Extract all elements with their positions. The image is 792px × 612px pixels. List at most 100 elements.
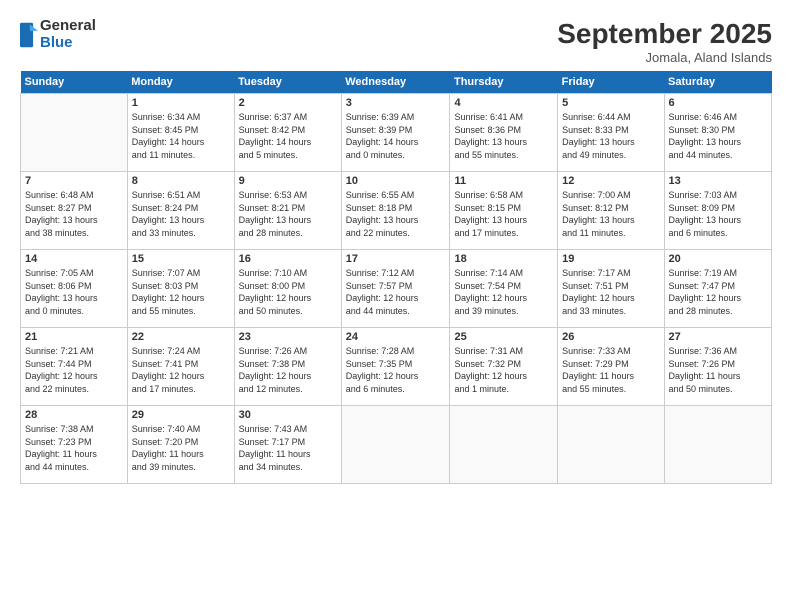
day-info-text: and 44 minutes. [669,149,768,162]
calendar-cell: 7Sunrise: 6:48 AMSunset: 8:27 PMDaylight… [21,172,128,250]
calendar-cell [558,406,664,484]
day-number: 6 [669,97,768,109]
day-info-text: Sunrise: 7:26 AM [239,345,337,358]
day-info-text: Sunset: 8:27 PM [25,202,123,215]
day-number: 24 [346,331,446,343]
day-info-text: and 44 minutes. [346,305,446,318]
logo-text: General Blue [40,18,96,51]
day-number: 10 [346,175,446,187]
day-info-text: Sunrise: 7:19 AM [669,267,768,280]
calendar-cell: 11Sunrise: 6:58 AMSunset: 8:15 PMDayligh… [450,172,558,250]
day-info-text: Daylight: 14 hours [346,136,446,149]
header-saturday: Saturday [664,71,772,94]
logo-icon [20,21,38,49]
calendar-cell: 19Sunrise: 7:17 AMSunset: 7:51 PMDayligh… [558,250,664,328]
day-info-text: Sunset: 7:23 PM [25,436,123,449]
day-info-text: and 0 minutes. [25,305,123,318]
calendar-cell [341,406,450,484]
day-info-text: Daylight: 12 hours [132,292,230,305]
calendar-cell: 22Sunrise: 7:24 AMSunset: 7:41 PMDayligh… [127,328,234,406]
calendar-cell: 20Sunrise: 7:19 AMSunset: 7:47 PMDayligh… [664,250,772,328]
logo-blue-text: Blue [40,35,96,52]
calendar-cell: 3Sunrise: 6:39 AMSunset: 8:39 PMDaylight… [341,94,450,172]
day-number: 2 [239,97,337,109]
day-info-text: Sunrise: 7:36 AM [669,345,768,358]
day-info-text: Sunset: 7:57 PM [346,280,446,293]
day-info-text: Sunrise: 6:44 AM [562,111,659,124]
day-info-text: Sunrise: 6:46 AM [669,111,768,124]
day-number: 29 [132,409,230,421]
day-number: 18 [454,253,553,265]
day-info-text: Sunrise: 7:38 AM [25,423,123,436]
day-info-text: Daylight: 12 hours [239,292,337,305]
calendar-cell: 14Sunrise: 7:05 AMSunset: 8:06 PMDayligh… [21,250,128,328]
day-info-text: Sunrise: 6:55 AM [346,189,446,202]
day-info-text: and 28 minutes. [669,305,768,318]
day-info-text: and 22 minutes. [346,227,446,240]
calendar-cell: 5Sunrise: 6:44 AMSunset: 8:33 PMDaylight… [558,94,664,172]
day-number: 1 [132,97,230,109]
header-wednesday: Wednesday [341,71,450,94]
day-info-text: Sunrise: 7:21 AM [25,345,123,358]
day-info-text: Daylight: 12 hours [562,292,659,305]
day-info-text: Daylight: 11 hours [239,448,337,461]
calendar-cell: 13Sunrise: 7:03 AMSunset: 8:09 PMDayligh… [664,172,772,250]
day-number: 5 [562,97,659,109]
day-info-text: Daylight: 12 hours [346,292,446,305]
day-number: 13 [669,175,768,187]
calendar-cell [664,406,772,484]
day-info-text: Daylight: 11 hours [669,370,768,383]
calendar-cell: 1Sunrise: 6:34 AMSunset: 8:45 PMDaylight… [127,94,234,172]
day-info-text: and 33 minutes. [132,227,230,240]
calendar-cell: 8Sunrise: 6:51 AMSunset: 8:24 PMDaylight… [127,172,234,250]
day-info-text: and 39 minutes. [454,305,553,318]
day-info-text: and 17 minutes. [132,383,230,396]
calendar-cell: 10Sunrise: 6:55 AMSunset: 8:18 PMDayligh… [341,172,450,250]
day-info-text: Sunrise: 6:39 AM [346,111,446,124]
day-number: 7 [25,175,123,187]
day-info-text: Sunrise: 7:17 AM [562,267,659,280]
day-info-text: Sunset: 7:38 PM [239,358,337,371]
day-info-text: and 33 minutes. [562,305,659,318]
day-info-text: Sunset: 8:00 PM [239,280,337,293]
day-number: 28 [25,409,123,421]
day-info-text: Sunset: 7:29 PM [562,358,659,371]
day-number: 26 [562,331,659,343]
calendar-cell [21,94,128,172]
day-info-text: Sunset: 8:30 PM [669,124,768,137]
day-info-text: Sunrise: 7:03 AM [669,189,768,202]
day-number: 11 [454,175,553,187]
day-info-text: Sunset: 8:24 PM [132,202,230,215]
page: General Blue September 2025 Jomala, Alan… [0,0,792,612]
header-monday: Monday [127,71,234,94]
day-info-text: and 55 minutes. [562,383,659,396]
header-thursday: Thursday [450,71,558,94]
day-number: 23 [239,331,337,343]
calendar-cell: 29Sunrise: 7:40 AMSunset: 7:20 PMDayligh… [127,406,234,484]
calendar-cell: 24Sunrise: 7:28 AMSunset: 7:35 PMDayligh… [341,328,450,406]
day-info-text: Sunrise: 7:05 AM [25,267,123,280]
week-row-2: 7 Sunrise: 6:48 AMSunset: 8:27 PM Daylight… [21,172,772,250]
day-info-text: and 50 minutes. [669,383,768,396]
day-info-text: Sunrise: 7:33 AM [562,345,659,358]
day-info-text: Sunrise: 7:10 AM [239,267,337,280]
day-info-text: Daylight: 13 hours [239,214,337,227]
day-info-text: Daylight: 13 hours [562,136,659,149]
calendar-cell: 27Sunrise: 7:36 AMSunset: 7:26 PMDayligh… [664,328,772,406]
header-tuesday: Tuesday [234,71,341,94]
day-number: 20 [669,253,768,265]
day-info-text: Sunset: 7:47 PM [669,280,768,293]
day-info-text: Sunrise: 7:12 AM [346,267,446,280]
day-info-text: Sunset: 8:42 PM [239,124,337,137]
day-info-text: and 55 minutes. [454,149,553,162]
day-info-text: Sunrise: 6:37 AM [239,111,337,124]
month-title: September 2025 [557,18,772,50]
day-info-text: Sunrise: 7:14 AM [454,267,553,280]
header: General Blue September 2025 Jomala, Alan… [20,18,772,65]
week-row-3: 14Sunrise: 7:05 AMSunset: 8:06 PMDayligh… [21,250,772,328]
day-info-text: Daylight: 13 hours [346,214,446,227]
day-info-text: Sunrise: 6:48 AM [25,189,123,202]
day-info-text: Sunset: 7:51 PM [562,280,659,293]
day-number: 8 [132,175,230,187]
day-info-text: Sunrise: 7:00 AM [562,189,659,202]
